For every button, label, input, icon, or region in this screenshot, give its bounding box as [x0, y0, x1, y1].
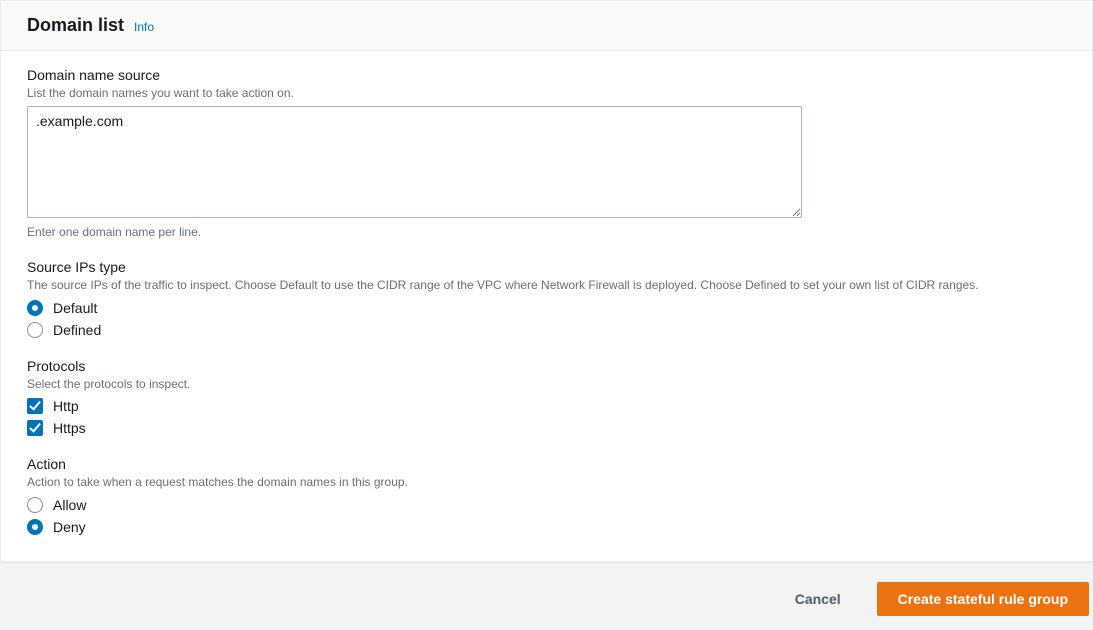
- desc-protocols: Select the protocols to inspect.: [27, 376, 1066, 393]
- field-domain-name-source: Domain name source List the domain names…: [27, 67, 1066, 239]
- desc-source-ips-type: The source IPs of the traffic to inspect…: [27, 277, 1066, 294]
- checkbox-protocol-https[interactable]: Https: [27, 420, 1066, 436]
- create-stateful-rule-group-button[interactable]: Create stateful rule group: [877, 582, 1089, 616]
- field-protocols: Protocols Select the protocols to inspec…: [27, 358, 1066, 437]
- radio-icon: [27, 300, 43, 316]
- desc-domain-name-source: List the domain names you want to take a…: [27, 85, 1066, 102]
- checkbox-label-https: Https: [53, 420, 86, 436]
- radio-source-ips-defined[interactable]: Defined: [27, 322, 1066, 338]
- hint-domain-name-source: Enter one domain name per line.: [27, 225, 1066, 239]
- panel-title: Domain list: [27, 15, 124, 36]
- radio-source-ips-default[interactable]: Default: [27, 300, 1066, 316]
- domain-names-input[interactable]: [27, 106, 802, 218]
- label-source-ips-type: Source IPs type: [27, 259, 1066, 275]
- radio-label-defined: Defined: [53, 322, 101, 338]
- radio-label-default: Default: [53, 300, 97, 316]
- checkbox-icon: [27, 420, 43, 436]
- radio-icon: [27, 497, 43, 513]
- radio-label-deny: Deny: [53, 519, 86, 535]
- info-link[interactable]: Info: [134, 20, 154, 34]
- radio-action-allow[interactable]: Allow: [27, 497, 1066, 513]
- desc-action: Action to take when a request matches th…: [27, 474, 1066, 491]
- field-action: Action Action to take when a request mat…: [27, 456, 1066, 535]
- checkbox-protocol-http[interactable]: Http: [27, 398, 1066, 414]
- label-domain-name-source: Domain name source: [27, 67, 1066, 83]
- label-action: Action: [27, 456, 1066, 472]
- radio-icon: [27, 322, 43, 338]
- panel-body: Domain name source List the domain names…: [1, 51, 1092, 561]
- radio-label-allow: Allow: [53, 497, 86, 513]
- field-source-ips-type: Source IPs type The source IPs of the tr…: [27, 259, 1066, 338]
- checkbox-icon: [27, 398, 43, 414]
- page-footer: Cancel Create stateful rule group: [0, 562, 1093, 630]
- panel-header: Domain list Info: [1, 1, 1092, 51]
- domain-list-panel: Domain list Info Domain name source List…: [0, 0, 1093, 562]
- cancel-button[interactable]: Cancel: [775, 583, 861, 615]
- label-protocols: Protocols: [27, 358, 1066, 374]
- radio-icon: [27, 519, 43, 535]
- checkbox-label-http: Http: [53, 398, 79, 414]
- radio-action-deny[interactable]: Deny: [27, 519, 1066, 535]
